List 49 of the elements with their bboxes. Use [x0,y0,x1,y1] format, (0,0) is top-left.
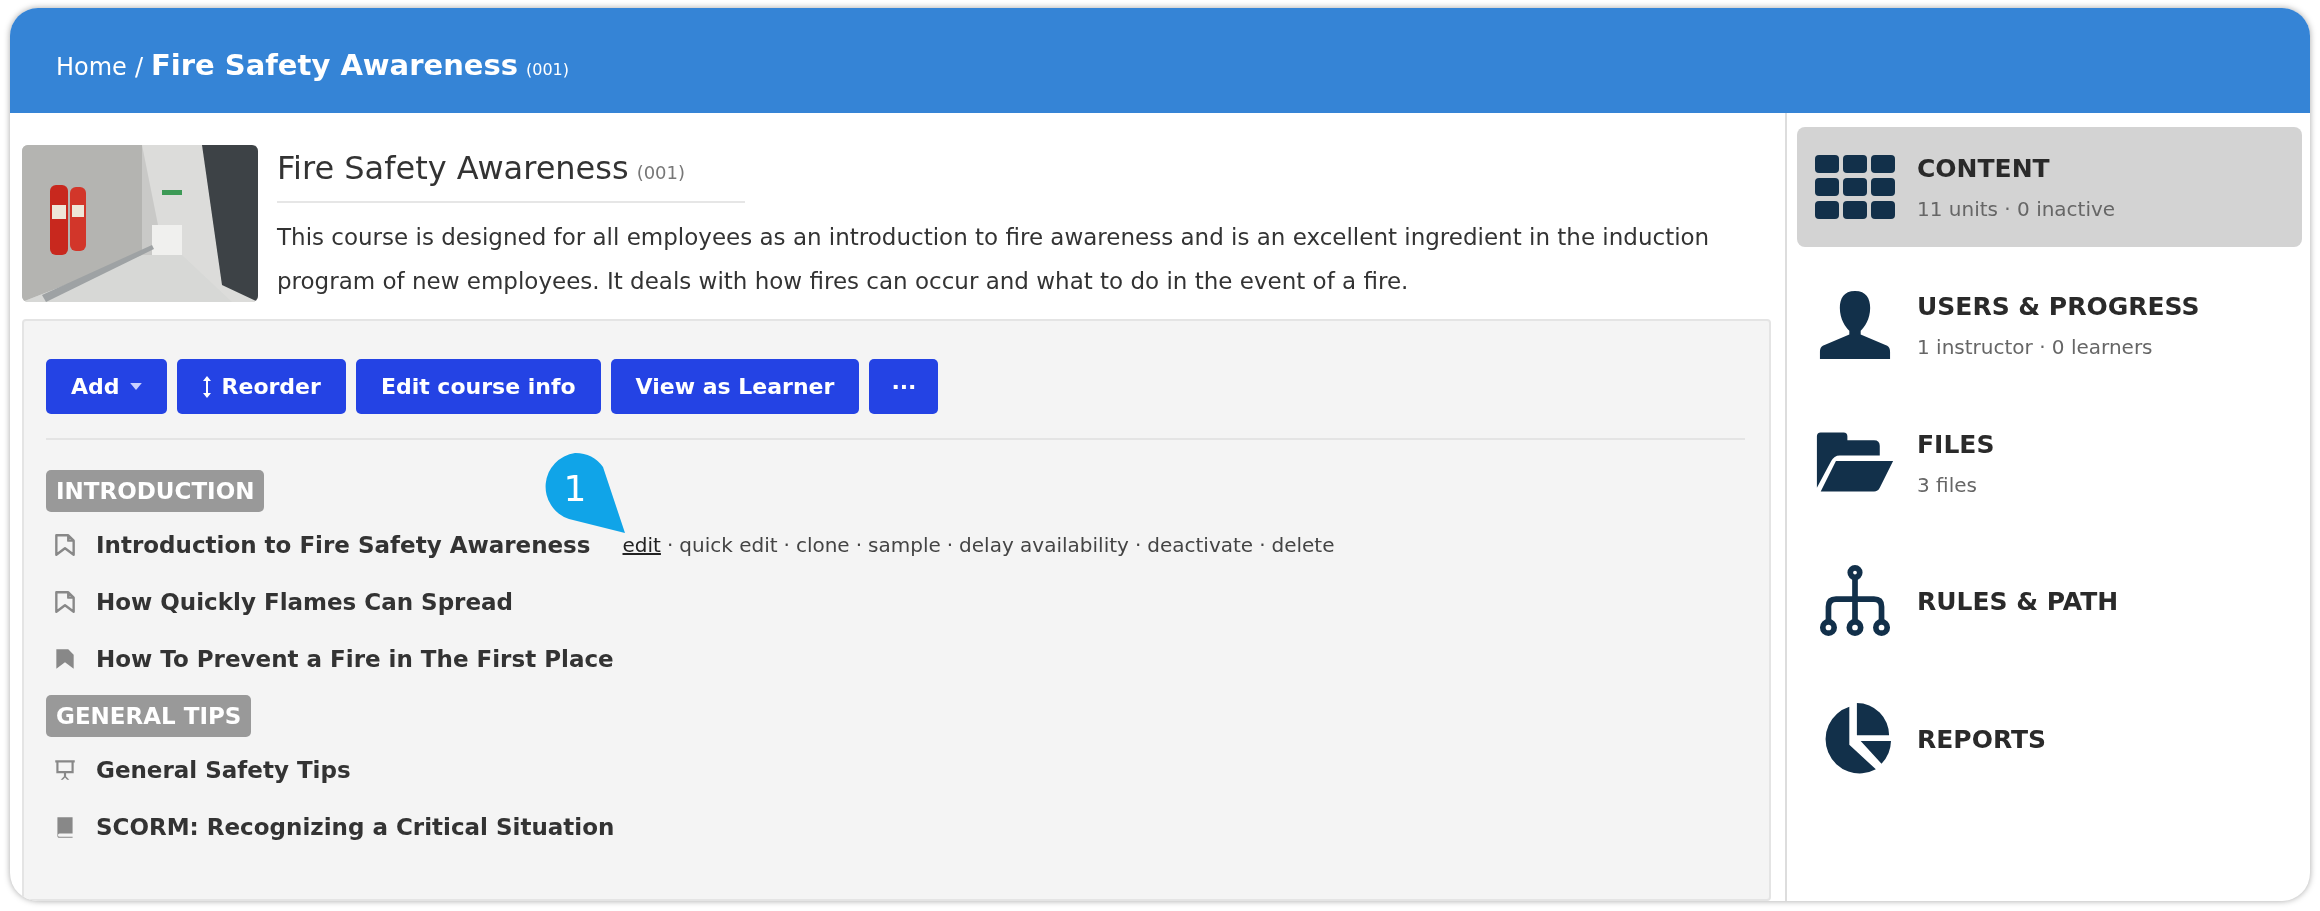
course-code: (001) [526,60,570,79]
section-label: INTRODUCTION [46,470,265,512]
toolbar-button[interactable]: Edit course info [355,359,601,414]
sidebar-item[interactable]: CONTENT 11 units · 0 inactive [1797,127,2302,247]
sidebar-item[interactable]: RULES & PATH [1797,541,2302,661]
sidebar-item[interactable]: REPORTS [1797,679,2302,799]
course-code: (001) [636,162,686,183]
sidebar-title: RULES & PATH [1917,586,2119,616]
bookmark-page-icon [52,531,78,558]
action-link[interactable]: sample [868,532,941,557]
separator-dot: · [666,532,674,557]
sidebar-title: USERS & PROGRESS [1917,291,2200,321]
section-label: GENERAL TIPS [46,695,252,737]
sidebar-subtitle: 11 units · 0 inactive [1917,196,2116,221]
sidebar-subtitle: 3 files [1917,472,1978,497]
separator-dot: · [1134,532,1142,557]
action-link[interactable]: delay availability [959,532,1129,557]
separator-dot: · [783,532,790,557]
unit-title[interactable]: How To Prevent a Fire in The First Place [96,645,614,672]
separator-dot: · [1259,532,1266,557]
sidebar-item[interactable]: FILES 3 files [1797,403,2302,523]
action-link[interactable]: edit [622,532,661,557]
action-link[interactable]: deactivate [1147,532,1254,557]
toolbar-button[interactable]: View as Learner [610,359,860,414]
course-description: This course is designed for all employees as an introduction to fire awareness and is an excellent ingredient in the induction program of new employees. It deals with how fires can occur and what to do in the event of a fire. [277,223,1711,296]
sidebar-title: CONTENT [1917,153,2051,183]
dropdown-button[interactable]: Add [46,359,167,414]
unit-title[interactable]: How Quickly Flames Can Spread [96,588,514,615]
unit-title[interactable]: Introduction to Fire Safety Awareness [96,531,591,558]
more-button[interactable]: ··· [869,359,939,414]
separator-dot: · [855,532,863,557]
sidebar-subtitle: 1 instructor · 0 learners [1917,334,2154,359]
unit-title[interactable]: General Safety Tips [96,756,351,783]
caret-icon [129,383,142,390]
separator-dot: · [946,532,954,557]
toolbar-button[interactable]: Reorder [176,359,346,414]
action-link[interactable]: quick edit [679,532,778,557]
up-down-arrow-icon [201,374,212,399]
course-title: Fire Safety Awareness [277,149,629,187]
breadcrumb-title: Fire Safety Awareness [150,48,518,82]
action-link[interactable]: delete [1271,532,1335,557]
breadcrumb-separator: / [134,53,143,81]
sidebar-item[interactable]: USERS & PROGRESS 1 instructor · 0 learners [1797,265,2302,385]
sidebar-title: REPORTS [1917,724,2047,754]
sidebar-title: FILES [1917,429,1995,459]
breadcrumb-link[interactable]: Home [56,53,127,81]
unit-title[interactable]: SCORM: Recognizing a Critical Situation [96,813,615,840]
bookmark-page-icon [52,588,78,615]
action-link[interactable]: clone [795,532,850,557]
